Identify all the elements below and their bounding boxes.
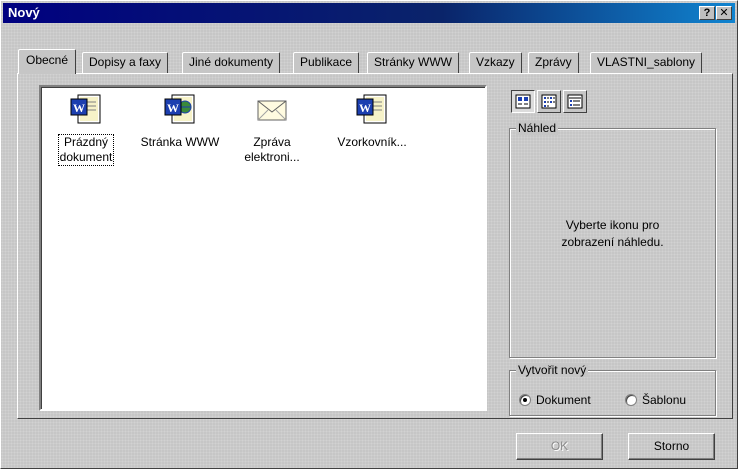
svg-text:W: W [167, 101, 179, 115]
web-page-icon: W [164, 94, 195, 124]
tab-label: Jiné dokumenty [189, 55, 274, 69]
tab-vzkazy[interactable]: Vzkazy [469, 52, 522, 73]
list-icon [541, 94, 557, 109]
svg-text:W: W [359, 101, 371, 115]
template-item-prazdny-dokument[interactable]: W Prázdný dokument [43, 93, 129, 166]
title-bar[interactable]: Nový ? ✕ [3, 3, 735, 23]
tab-label: Stránky WWW [374, 55, 452, 69]
tab-label: Vzkazy [476, 55, 515, 69]
details-view-button[interactable] [563, 90, 587, 113]
template-item-zprava-elektronicke-posty[interactable]: Zpráva elektroni... [229, 93, 315, 165]
template-label: Vzorkovník... [337, 135, 407, 149]
template-label: Prázdný dokument [57, 134, 115, 166]
envelope-icon [257, 100, 287, 121]
preview-group: Náhled Vyberte ikonu pro zobrazení náhle… [509, 121, 716, 358]
new-document-dialog: Nový ? ✕ Obecné Dopisy a faxy Jiné dokum… [0, 0, 738, 469]
radio-unselected-icon [625, 394, 637, 406]
tab-zpravy[interactable]: Zprávy [528, 52, 579, 73]
word-document-icon: W [356, 94, 387, 124]
large-icons-view-button[interactable] [511, 90, 535, 113]
tab-jine-dokumenty[interactable]: Jiné dokumenty [182, 52, 281, 73]
large-icons-icon [515, 94, 531, 109]
template-label: Zpráva elektroni... [244, 135, 300, 164]
cancel-button[interactable]: Storno [628, 433, 715, 460]
radio-sablonu[interactable]: Šablonu [625, 393, 686, 407]
tab-stranky-www[interactable]: Stránky WWW [367, 52, 459, 73]
tab-label: Publikace [300, 55, 353, 69]
tab-obecne[interactable]: Obecné [18, 49, 77, 74]
preview-message: Vyberte ikonu pro zobrazení náhledu. [561, 218, 664, 249]
preview-legend: Náhled [516, 121, 559, 135]
window-title: Nový [8, 5, 40, 20]
create-new-group: Vytvořit nový Dokument Šablonu [509, 363, 716, 416]
word-document-icon: W [70, 94, 101, 124]
radio-selected-icon [519, 394, 531, 406]
svg-text:W: W [73, 101, 85, 115]
tab-label: Dopisy a faxy [89, 55, 162, 69]
help-button[interactable]: ? [699, 6, 715, 20]
radio-dokument[interactable]: Dokument [519, 393, 591, 407]
template-item-vzorkovnik[interactable]: W Vzorkovník... [329, 93, 415, 150]
tab-publikace[interactable]: Publikace [293, 52, 360, 73]
list-view-button[interactable] [537, 90, 561, 113]
tab-label: Obecné [26, 53, 69, 67]
close-icon: ✕ [719, 7, 729, 19]
tab-label: Zprávy [535, 55, 572, 69]
details-icon [567, 94, 583, 109]
ok-button[interactable]: OK [516, 433, 603, 460]
tab-dopisy-a-faxy[interactable]: Dopisy a faxy [82, 52, 169, 73]
tab-vlastni-sablony[interactable]: VLASTNI_sablony [590, 52, 703, 73]
create-new-legend: Vytvořit nový [516, 363, 589, 377]
template-item-stranka-www[interactable]: W Stránka WWW [137, 93, 223, 150]
close-button[interactable]: ✕ [716, 6, 732, 20]
template-list[interactable]: W Prázdný dokument W Stránka WWW Zpráva … [39, 85, 487, 411]
tab-label: VLASTNI_sablony [597, 55, 696, 69]
help-icon: ? [703, 7, 711, 19]
template-label: Stránka WWW [140, 135, 220, 149]
